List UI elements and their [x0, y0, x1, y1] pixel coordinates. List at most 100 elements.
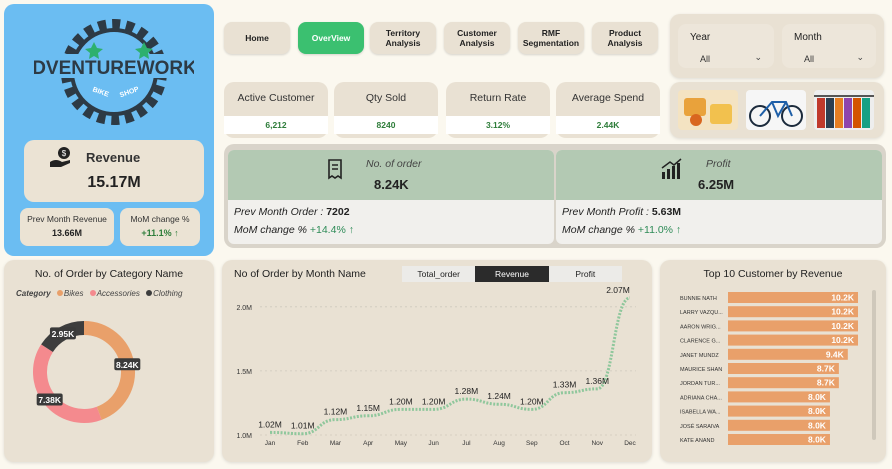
line-data-label: 1.33M	[553, 380, 577, 390]
kpi-label: Active Customer	[237, 92, 315, 104]
legend-dot-bikes	[56, 290, 63, 296]
revenue-value: 15.17M	[87, 174, 141, 191]
bar-data-label: 8.0K	[808, 435, 827, 445]
money-hand-icon: $	[50, 147, 70, 167]
product-images	[670, 82, 884, 138]
arrow-up-icon: ↑	[675, 224, 682, 236]
x-tick-label: Jun	[428, 440, 439, 447]
arrow-up-icon: ↑	[348, 224, 354, 236]
x-tick-label: Jul	[462, 440, 471, 447]
line-data-label: 1.24M	[487, 391, 511, 401]
y-tick-label: 2.0M	[236, 305, 252, 312]
brand-panel: ADVENTUREWORKS BIKE SHOP $ Revenue 15.17…	[4, 4, 214, 256]
bar-data-label: 9.4K	[826, 349, 845, 359]
scrollbar[interactable]	[872, 290, 876, 440]
prev-month-revenue-card: Prev Month Revenue 13.66M	[20, 208, 114, 246]
legend-dot-clothing	[146, 290, 153, 296]
top-customers-card: Top 10 Customer by Revenue BUNNIE NATH 10…	[660, 260, 886, 462]
bar-chart[interactable]: BUNNIE NATH 10.2K LARRY VAZQU... 10.2K AARON…	[660, 260, 886, 462]
adventureworks-logo: ADVENTUREWORKS BIKE SHOP	[34, 19, 194, 125]
line-data-label: 1.20M	[389, 396, 413, 406]
nav-rmf-segmentation-button[interactable]: RMF Segmentation	[518, 22, 584, 54]
donut-data-label: 7.38K	[38, 395, 62, 405]
prev-month-profit-value: 5.63M	[651, 206, 682, 218]
bar-category-label: ISABELLA WA...	[680, 410, 721, 416]
donut-title: No. of Order by Category Name	[34, 268, 184, 280]
donut-slice-accessories[interactable]	[33, 344, 102, 423]
month-slicer[interactable]: Month All ⌄	[782, 24, 876, 68]
donut-data-label: 8.24K	[116, 360, 140, 370]
bar-data-label: 8.0K	[808, 406, 827, 416]
nav-home-button[interactable]: Home	[224, 22, 290, 54]
donut-slice-bikes[interactable]	[83, 321, 135, 420]
bar-category-label: CLARENCE G...	[680, 339, 721, 345]
donut-chart[interactable]: 8.24K 7.38K 2.95K	[4, 300, 214, 460]
nav-overview-button[interactable]: OverView	[298, 22, 364, 54]
filter-panel: Year All ⌄ Month All ⌄	[670, 14, 884, 78]
bar-category-label: MAURICE SHAN	[680, 367, 722, 373]
mom-change-card: MoM change % +11.1% ↑	[120, 208, 200, 246]
svg-text:$: $	[62, 149, 67, 158]
bar-category-label: JOSÉ SARAIVA	[680, 423, 720, 430]
bar-category-label: LARRY VAZQU...	[680, 310, 723, 316]
x-tick-label: Feb	[297, 440, 309, 447]
bar-category-label: ADRIANA CHA...	[680, 395, 722, 401]
prev-month-profit: Prev Month Profit : 5.63M	[562, 206, 682, 218]
bar-data-label: 10.2K	[831, 335, 855, 345]
line-data-label: 1.12M	[324, 407, 348, 417]
legend-dot-accessories	[89, 290, 96, 296]
kpi-active-customer: Active Customer 6,212	[224, 82, 328, 138]
y-tick-label: 1.0M	[236, 433, 252, 440]
kpi-qty-sold: Qty Sold 8240	[334, 82, 438, 138]
bar-data-label: 10.2K	[831, 293, 855, 303]
profit-mom-change: MoM change % +11.0% ↑	[562, 224, 682, 236]
arrow-up-icon: ↑	[174, 228, 179, 238]
month-label: Month	[794, 32, 822, 43]
orders-by-month-card: No of Order by Month Name Total_order Re…	[222, 260, 652, 462]
nav-customer-analysis-button[interactable]: Customer Analysis	[444, 22, 510, 54]
chevron-down-icon[interactable]: ⌄	[856, 52, 864, 63]
x-tick-label: Apr	[363, 440, 374, 447]
legend-item-accessories[interactable]: Accessories	[97, 289, 140, 298]
bar-category-label: AARON WRIG...	[680, 324, 721, 330]
kpi-label: Average Spend	[571, 92, 645, 104]
accessories-image	[678, 90, 738, 130]
bar-data-label: 8.0K	[808, 392, 827, 402]
logo-sub-left: BIKE	[91, 86, 109, 98]
kpi-value: 8240	[334, 116, 438, 134]
revenue-label: Revenue	[86, 150, 141, 165]
donut-data-label: 2.95K	[52, 329, 76, 339]
year-slicer[interactable]: Year All ⌄	[678, 24, 774, 68]
x-tick-label: Oct	[559, 440, 569, 447]
legend-item-bikes[interactable]: Bikes	[64, 289, 84, 298]
logo-sub-right: SHOP	[119, 86, 140, 99]
mom-change-value: +11.1% ↑	[120, 228, 200, 238]
bar-data-label: 8.0K	[808, 420, 827, 430]
prev-month-order-value: 7202	[326, 206, 350, 218]
kpi-label: Qty Sold	[365, 92, 407, 104]
profit-mom-value: +11.0%	[637, 224, 673, 236]
orders-mom-change: MoM change % +14.4% ↑	[234, 224, 354, 236]
nav-product-analysis-button[interactable]: Product Analysis	[592, 22, 658, 54]
kpi-average-spend: Average Spend 2.44K	[556, 82, 660, 138]
chevron-down-icon[interactable]: ⌄	[754, 52, 762, 63]
legend-item-clothing[interactable]: Clothing	[153, 289, 182, 298]
bar-data-label: 8.7K	[817, 378, 836, 388]
y-tick-label: 1.5M	[236, 369, 252, 376]
logo-text: ADVENTUREWORKS	[34, 58, 194, 79]
month-value: All	[804, 54, 815, 64]
clothing-image	[814, 90, 874, 130]
year-label: Year	[690, 32, 711, 43]
orders-card: No. of order 8.24K Prev Month Order : 72…	[228, 150, 554, 244]
receipt-icon	[328, 159, 342, 180]
line-chart[interactable]: 1.0M 1.5M 2.0M 1.02M Jan 1.01M Feb 1.12M Mar 1.15…	[222, 260, 652, 462]
profit-label: Profit	[706, 158, 731, 170]
bar-category-label: JANET MUNDZ	[680, 353, 719, 359]
category-donut-card: No. of Order by Category Name Category B…	[4, 260, 214, 462]
nav-territory-analysis-button[interactable]: Territory Analysis	[370, 22, 436, 54]
bar-data-label: 10.2K	[831, 321, 855, 331]
prev-month-revenue-label: Prev Month Revenue	[27, 214, 107, 224]
donut-legend: Category Bikes Accessories Clothing	[16, 289, 182, 298]
line-data-label: 2.07M	[606, 285, 630, 295]
orders-label: No. of order	[366, 158, 422, 170]
